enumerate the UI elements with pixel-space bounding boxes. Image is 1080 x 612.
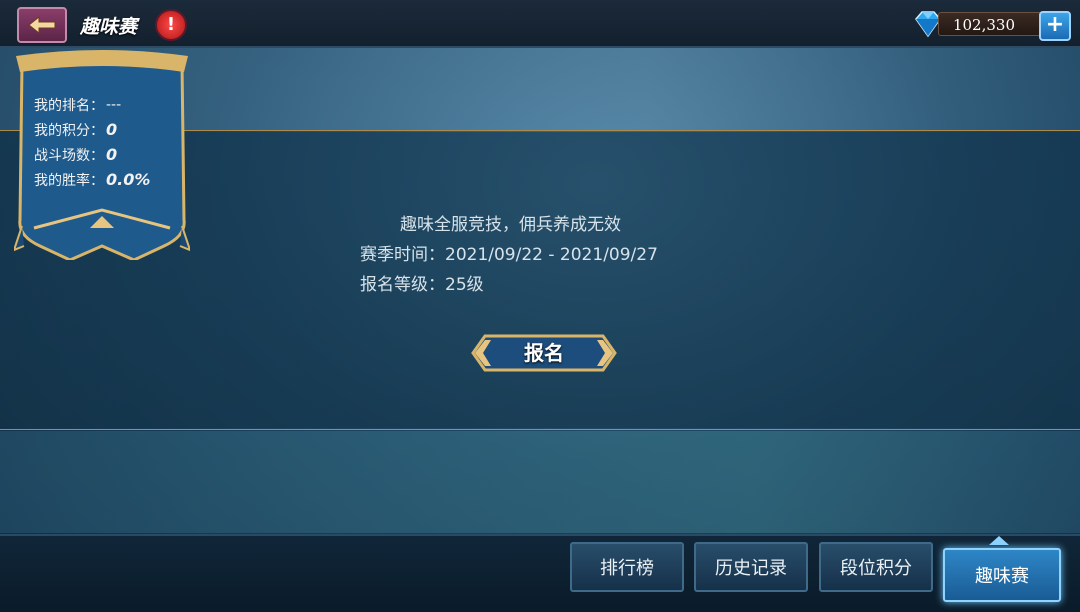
page-title: 趣味赛	[80, 16, 138, 38]
season-time-text: 赛季时间：2021/09/22 - 2021/09/27	[360, 245, 658, 265]
lower-band	[0, 431, 1080, 533]
stat-value: 0	[106, 120, 118, 139]
stat-rank: 我的排名： ---	[34, 92, 150, 117]
gem-balance: 102,330	[938, 12, 1042, 36]
tab-history[interactable]: 历史记录	[694, 542, 808, 592]
top-bar: 趣味赛 ! 102,330 +	[0, 0, 1080, 48]
stat-label: 战斗场数：	[34, 147, 104, 164]
signup-label: 报名	[524, 341, 564, 365]
add-gems-button[interactable]: +	[1039, 11, 1071, 41]
stat-value: 0.0%	[106, 170, 151, 189]
divider-line	[0, 429, 1080, 430]
tab-leaderboard[interactable]: 排行榜	[570, 542, 684, 592]
stat-label: 我的排名：	[34, 97, 104, 114]
stat-label: 我的积分：	[34, 122, 104, 139]
event-info: 趣味全服竞技，佣兵养成无效 赛季时间：2021/09/22 - 2021/09/…	[360, 210, 658, 300]
stat-value: 0	[106, 145, 118, 164]
active-tab-indicator	[989, 536, 1009, 545]
stat-matches: 战斗场数： 0	[34, 142, 150, 167]
tab-rank-points[interactable]: 段位积分	[819, 542, 933, 592]
signup-button[interactable]: 报名	[471, 334, 617, 372]
stat-winrate: 我的胜率： 0.0%	[34, 167, 150, 192]
event-rule-text: 趣味全服竞技，佣兵养成无效	[400, 215, 621, 235]
alert-icon[interactable]: !	[155, 9, 187, 41]
required-level-text: 报名等级：25级	[360, 275, 484, 295]
stat-points: 我的积分： 0	[34, 117, 150, 142]
stat-value: ---	[106, 96, 122, 113]
stat-label: 我的胜率：	[34, 172, 104, 189]
tab-fun-match[interactable]: 趣味赛	[943, 548, 1061, 602]
back-button[interactable]	[17, 7, 67, 43]
back-arrow-icon	[28, 15, 56, 35]
stats-list: 我的排名： --- 我的积分： 0 战斗场数： 0 我的胜率： 0.0%	[34, 92, 150, 192]
